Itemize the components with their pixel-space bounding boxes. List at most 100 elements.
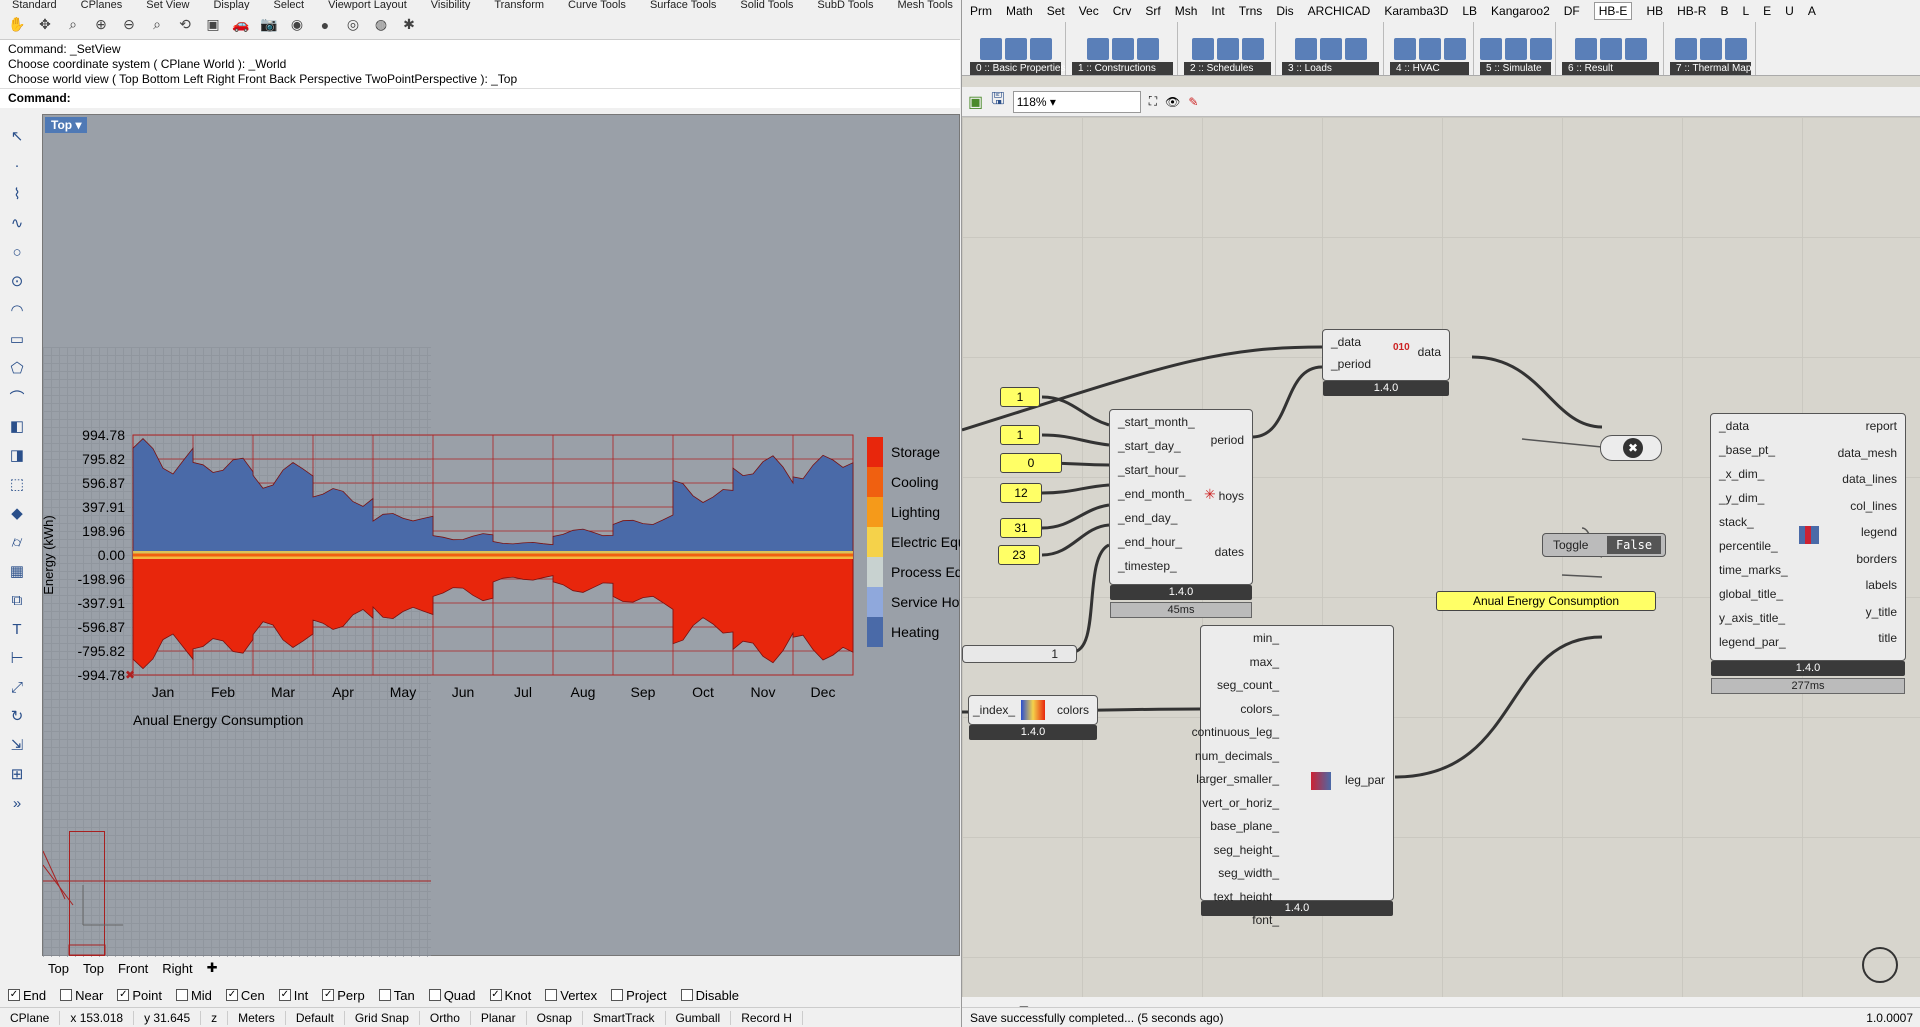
gh-tab[interactable]: ARCHICAD: [1308, 4, 1371, 18]
gh-tab[interactable]: HB: [1646, 4, 1663, 18]
gh-pin[interactable]: _y_dim_: [1719, 490, 1764, 507]
scale-icon[interactable]: ⇲: [5, 733, 29, 757]
rhino-tab[interactable]: Mesh Tools: [885, 0, 960, 10]
gh-pin[interactable]: seg_height_: [1214, 842, 1279, 859]
component-icon[interactable]: [1294, 38, 1317, 60]
component-icon[interactable]: [1699, 38, 1722, 60]
gh-tab[interactable]: Msh: [1175, 4, 1198, 18]
analysis-period-component[interactable]: _start_month_ _start_day_ _start_hour_ _end…: [1109, 409, 1253, 618]
gh-pin[interactable]: legend_par_: [1719, 634, 1786, 651]
component-icon[interactable]: [1136, 38, 1159, 60]
osnap-project[interactable]: Project: [611, 988, 667, 1003]
gh-pin[interactable]: colors: [1057, 702, 1089, 719]
rhino-tab[interactable]: Transform: [482, 0, 556, 10]
gh-pin[interactable]: min_: [1253, 630, 1279, 647]
gh-pin[interactable]: stack_: [1719, 514, 1754, 531]
component-icon[interactable]: [1191, 38, 1214, 60]
gh-pin[interactable]: title: [1878, 630, 1897, 647]
osnap-cen[interactable]: ✓ Cen: [225, 988, 265, 1003]
gh-tab[interactable]: L: [1742, 4, 1749, 18]
rhino-tab[interactable]: Curve Tools: [556, 0, 638, 10]
osnap-perp[interactable]: ✓ Perp: [322, 988, 365, 1003]
transform-icon[interactable]: ⤢: [5, 675, 29, 699]
solid-icon[interactable]: ◆: [5, 501, 29, 525]
zoom-extents-icon[interactable]: ⛶: [1149, 94, 1157, 109]
component-icon[interactable]: [979, 38, 1002, 60]
ellipse-icon[interactable]: ⊙: [5, 269, 29, 293]
zoom-icon[interactable]: ⌕: [62, 14, 84, 36]
viewport-tab-front[interactable]: Front: [118, 961, 148, 976]
gh-pin[interactable]: _timestep_: [1118, 558, 1177, 575]
more-icon[interactable]: »: [5, 791, 29, 815]
gh-pin[interactable]: leg_par: [1345, 772, 1385, 789]
osnap-checkbox[interactable]: ✓: [322, 989, 335, 1001]
zoom-extents-icon[interactable]: ⊖: [118, 14, 140, 36]
ribbon-section-label[interactable]: 7 :: Thermal Map: [1670, 62, 1751, 75]
panel-start-month[interactable]: 1: [1000, 387, 1040, 407]
gh-pin[interactable]: data_lines: [1842, 471, 1897, 488]
box-icon[interactable]: ⬚: [5, 472, 29, 496]
target-icon[interactable]: ◎: [342, 14, 364, 36]
gh-pin[interactable]: y_axis_title_: [1719, 610, 1785, 627]
gh-pin[interactable]: _data: [1331, 334, 1361, 351]
gh-tab[interactable]: A: [1808, 4, 1816, 18]
car-icon[interactable]: 🚗: [230, 14, 252, 36]
component-icon[interactable]: [1004, 38, 1027, 60]
open-file-icon[interactable]: ▣: [968, 92, 983, 112]
gh-pin[interactable]: _x_dim_: [1719, 466, 1764, 483]
component-icon[interactable]: [1216, 38, 1239, 60]
select-icon[interactable]: ↖: [5, 124, 29, 148]
rhino-tab[interactable]: Surface Tools: [638, 0, 728, 10]
osnap-point[interactable]: ✓ Point: [117, 988, 162, 1003]
gh-tab[interactable]: DF: [1564, 4, 1580, 18]
viewport-tab-top-2[interactable]: Top: [83, 961, 104, 976]
add-viewport-icon[interactable]: ✚: [207, 960, 218, 976]
status-item[interactable]: Gumball: [666, 1010, 732, 1025]
gh-pin[interactable]: _data: [1719, 418, 1749, 435]
gh-pin[interactable]: hoys: [1219, 488, 1244, 505]
rhino-tab[interactable]: Display: [201, 0, 261, 10]
component-icon[interactable]: [1529, 38, 1552, 60]
ribbon-section-label[interactable]: 0 :: Basic Properties: [970, 62, 1065, 75]
status-item[interactable]: Planar: [471, 1010, 527, 1025]
component-icon[interactable]: [1624, 38, 1647, 60]
component-icon[interactable]: [1086, 38, 1109, 60]
gh-pin[interactable]: _start_day_: [1118, 438, 1181, 455]
component-icon[interactable]: [1393, 38, 1416, 60]
osnap-near[interactable]: Near: [60, 988, 103, 1003]
osnap-mid[interactable]: Mid: [175, 988, 212, 1003]
gh-pin[interactable]: _index_: [973, 702, 1015, 719]
camera-icon[interactable]: 📷: [258, 14, 280, 36]
gh-tab[interactable]: B: [1720, 4, 1728, 18]
monthly-chart-component[interactable]: _data _base_pt_ _x_dim_ _y_dim_ stack_percen…: [1710, 413, 1906, 694]
legend-parameters-component[interactable]: min_ max_ seg_count_ colors_ continuous_leg_…: [1192, 625, 1394, 927]
zoom-selected-icon[interactable]: ⌕: [146, 14, 168, 36]
polyline-icon[interactable]: ⌇: [5, 182, 29, 206]
gh-pin[interactable]: _base_pt_: [1719, 442, 1775, 459]
circle-icon[interactable]: ○: [5, 240, 29, 264]
gh-pin[interactable]: max_: [1250, 654, 1279, 671]
apply-analysis-period-component[interactable]: _data _period data 010 1.4.0: [1322, 329, 1450, 396]
rotate-icon[interactable]: ↻: [5, 704, 29, 728]
gh-pin[interactable]: borders: [1856, 551, 1897, 568]
component-icon[interactable]: [1344, 38, 1367, 60]
gh-tab[interactable]: Set: [1047, 4, 1065, 18]
extrude-icon[interactable]: ◨: [5, 443, 29, 467]
rhino-tab[interactable]: Select: [262, 0, 317, 10]
rhino-tab[interactable]: Visibility: [419, 0, 483, 10]
osnap-checkbox[interactable]: [611, 989, 624, 1001]
title-panel[interactable]: Anual Energy Consumption: [1436, 591, 1656, 611]
toggle-value[interactable]: False: [1607, 536, 1661, 554]
gh-pin[interactable]: _end_hour_: [1118, 534, 1182, 551]
status-item[interactable]: Ortho: [420, 1010, 471, 1025]
ribbon-section-label[interactable]: 6 :: Result: [1562, 62, 1659, 75]
osnap-end[interactable]: ✓ End: [8, 988, 46, 1003]
osnap-checkbox[interactable]: [680, 989, 693, 1001]
boolean-icon[interactable]: ⧉: [5, 588, 29, 612]
gh-pin[interactable]: _start_month_: [1118, 414, 1195, 431]
panel-end-month[interactable]: 12: [1000, 483, 1042, 503]
status-item[interactable]: SmartTrack: [583, 1010, 666, 1025]
osnap-checkbox[interactable]: [378, 989, 391, 1001]
gh-pin[interactable]: percentile_: [1719, 538, 1778, 555]
component-icon[interactable]: [1504, 38, 1527, 60]
